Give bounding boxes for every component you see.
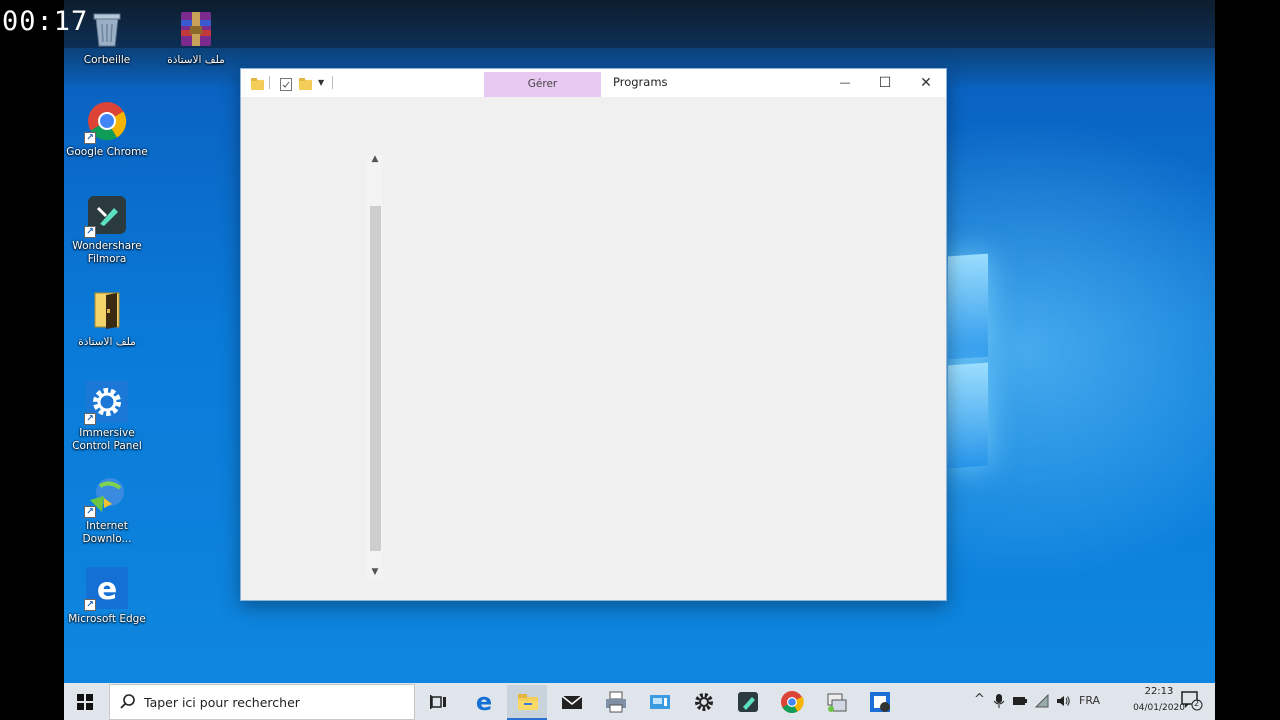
- input-language[interactable]: FRA: [1079, 694, 1100, 707]
- edge-icon: e ↗: [84, 567, 128, 611]
- svg-text:e: e: [97, 572, 117, 607]
- folder-icon: [86, 290, 128, 332]
- properties-icon[interactable]: [280, 76, 293, 95]
- show-hidden-icons-chevron-icon[interactable]: ^: [974, 692, 985, 707]
- explorer-title-bar[interactable]: ▼ Gérer Programs — ☐ ✕: [241, 69, 946, 97]
- desktop-icon-control-panel[interactable]: ↗ Immersive Control Panel: [64, 381, 152, 453]
- customize-toolbar-icon[interactable]: ▼: [318, 78, 324, 87]
- edge-icon[interactable]: e: [470, 688, 498, 716]
- desktop-icon-label: Internet Downlo...: [82, 520, 132, 545]
- folder-icon: [251, 76, 264, 95]
- battery-icon[interactable]: [1012, 695, 1028, 710]
- start-button[interactable]: [74, 691, 96, 713]
- microphone-icon[interactable]: [993, 693, 1005, 712]
- network-tool-icon[interactable]: [822, 688, 850, 716]
- settings-icon[interactable]: [690, 688, 718, 716]
- screen: 00:17 Corbeille ملف الاستاذة ↗ Google Ch…: [0, 0, 1280, 720]
- scrollbar-thumb[interactable]: [370, 206, 381, 551]
- shortcut-arrow-icon: ↗: [84, 132, 96, 144]
- svg-text:e: e: [476, 688, 492, 716]
- network-icon[interactable]: [1034, 693, 1049, 711]
- volume-icon[interactable]: [1055, 693, 1071, 712]
- windows-logo-icon: [77, 694, 93, 710]
- chrome-icon[interactable]: [778, 688, 806, 716]
- taskbar: Taper ici pour rechercher e ^ FRA 22:13 …: [64, 683, 1215, 720]
- printer-icon[interactable]: [602, 688, 630, 716]
- notification-count: 2: [1194, 699, 1200, 708]
- desktop-icon-chrome[interactable]: ↗ Google Chrome: [64, 100, 152, 159]
- minimize-button[interactable]: —: [825, 69, 865, 97]
- windows-logo-pane: [948, 362, 988, 469]
- desktop-icon-label: Google Chrome: [66, 146, 148, 158]
- shortcut-arrow-icon: ↗: [84, 506, 96, 518]
- desktop-icon-label: Microsoft Edge: [68, 613, 146, 625]
- shortcut-arrow-icon: ↗: [84, 413, 96, 425]
- task-view-icon[interactable]: [425, 688, 453, 716]
- recycle-bin-icon: [86, 8, 128, 50]
- desktop-icon-archive[interactable]: ملف الاستاذة: [151, 8, 241, 67]
- system-tray: ^ FRA 22:13 04/01/2020 2: [969, 683, 1215, 720]
- desktop-icon-edge[interactable]: e ↗ Microsoft Edge: [64, 567, 152, 626]
- taskbar-search-box[interactable]: Taper ici pour rechercher: [109, 684, 415, 720]
- windows-logo-pane: [948, 253, 988, 360]
- close-button[interactable]: ✕: [906, 69, 946, 97]
- desktop[interactable]: Corbeille ملف الاستاذة ↗ Google Chrome ↗…: [64, 0, 1215, 683]
- search-icon: [119, 693, 137, 715]
- action-center-icon[interactable]: 2: [1181, 691, 1203, 711]
- file-explorer-window[interactable]: ▼ Gérer Programs — ☐ ✕ ▲ ▼: [240, 68, 947, 601]
- file-explorer-icon[interactable]: [514, 688, 542, 716]
- desktop-icon-folder[interactable]: ملف الاستاذة: [64, 290, 152, 349]
- search-placeholder: Taper ici pour rechercher: [144, 695, 300, 710]
- scroll-up-icon[interactable]: ▲: [370, 154, 380, 164]
- new-folder-icon[interactable]: [299, 76, 312, 95]
- scroll-down-icon[interactable]: ▼: [370, 567, 380, 577]
- shortcut-arrow-icon: ↗: [84, 226, 96, 238]
- desktop-icon-label: Corbeille: [83, 54, 131, 66]
- desktop-icon-idm[interactable]: ↗ Internet Downlo...: [64, 474, 152, 546]
- chrome-icon: ↗: [84, 100, 128, 144]
- navigation-pane-scrollbar[interactable]: ▲ ▼: [367, 154, 383, 581]
- app-icon[interactable]: [866, 688, 894, 716]
- window-title: Programs: [613, 75, 668, 89]
- settings-gear-icon: ↗: [84, 381, 128, 425]
- maximize-button[interactable]: ☐: [865, 69, 905, 97]
- winrar-archive-icon: [175, 8, 217, 50]
- filmora-icon: ↗: [84, 194, 128, 238]
- desktop-icon-label: Immersive Control Panel: [72, 427, 142, 452]
- mail-icon[interactable]: [558, 688, 586, 716]
- desktop-icon-filmora[interactable]: ↗ Wondershare Filmora: [64, 194, 152, 266]
- clock-time[interactable]: 22:13: [1129, 686, 1189, 697]
- separator: [269, 76, 270, 89]
- filmora-icon[interactable]: [734, 688, 762, 716]
- internet-download-manager-icon: ↗: [84, 474, 128, 518]
- separator: [332, 76, 333, 89]
- desktop-icon-label: ملف الاستاذة: [78, 336, 136, 348]
- tab-manage[interactable]: Gérer: [484, 72, 601, 97]
- shortcut-arrow-icon: ↗: [84, 599, 96, 611]
- photos-icon[interactable]: [646, 688, 674, 716]
- recording-timer: 00:17: [2, 6, 89, 37]
- desktop-icon-label: Wondershare Filmora: [72, 240, 142, 265]
- desktop-icon-label: ملف الاستاذة: [167, 54, 225, 66]
